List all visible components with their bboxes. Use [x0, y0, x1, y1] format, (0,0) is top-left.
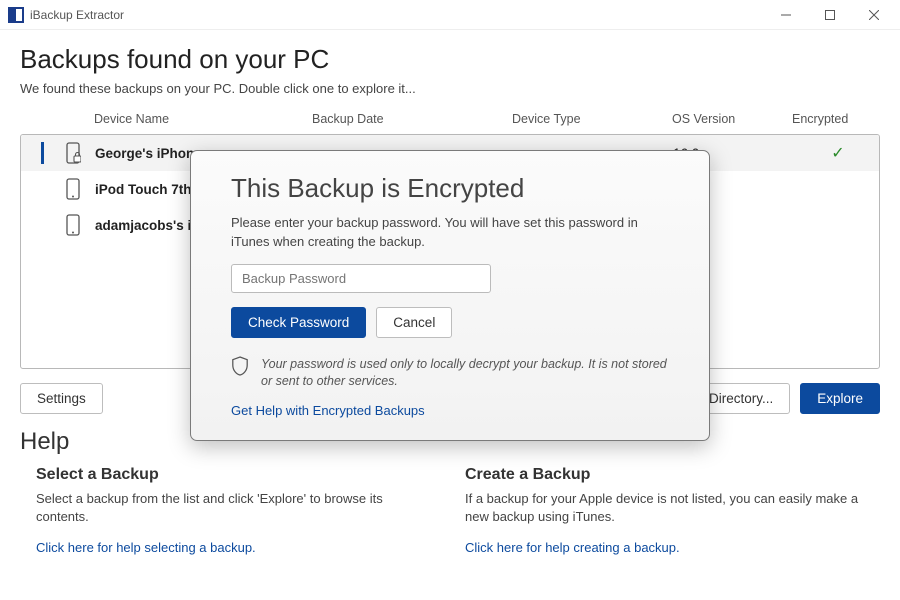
- explore-button[interactable]: Explore: [800, 383, 880, 414]
- help-create-link[interactable]: Click here for help creating a backup.: [465, 540, 680, 555]
- col-device-name[interactable]: Device Name: [94, 112, 312, 126]
- phone-icon: [51, 178, 95, 200]
- dialog-title: This Backup is Encrypted: [231, 173, 679, 204]
- col-encrypted[interactable]: Encrypted: [792, 112, 882, 126]
- window-title: iBackup Extractor: [30, 8, 124, 22]
- check-password-button[interactable]: Check Password: [231, 307, 366, 338]
- maximize-button[interactable]: [808, 1, 852, 29]
- shield-icon: [231, 356, 249, 382]
- row-encrypted: ✓: [793, 143, 880, 163]
- help-select-title: Select a Backup: [36, 466, 435, 484]
- phone-lock-icon: [51, 142, 95, 164]
- settings-button[interactable]: Settings: [20, 383, 103, 414]
- phone-icon: [51, 214, 95, 236]
- password-input[interactable]: [231, 264, 491, 293]
- encrypted-dialog: This Backup is Encrypted Please enter yo…: [190, 150, 710, 441]
- help-select-link[interactable]: Click here for help selecting a backup.: [36, 540, 256, 555]
- help-select-body: Select a backup from the list and click …: [36, 490, 435, 526]
- close-button[interactable]: [852, 1, 896, 29]
- col-os-version[interactable]: OS Version: [672, 112, 792, 126]
- col-device-type[interactable]: Device Type: [512, 112, 672, 126]
- dialog-help-link[interactable]: Get Help with Encrypted Backups: [231, 403, 425, 418]
- col-backup-date[interactable]: Backup Date: [312, 112, 512, 126]
- help-create-title: Create a Backup: [465, 466, 864, 484]
- cancel-button[interactable]: Cancel: [376, 307, 452, 338]
- minimize-button[interactable]: [764, 1, 808, 29]
- titlebar: iBackup Extractor: [0, 0, 900, 30]
- dialog-notice: Your password is used only to locally de…: [261, 356, 679, 391]
- page-subtitle: We found these backups on your PC. Doubl…: [20, 81, 880, 96]
- help-create-body: If a backup for your Apple device is not…: [465, 490, 864, 526]
- table-header: Device Name Backup Date Device Type OS V…: [20, 106, 880, 134]
- app-icon: [8, 7, 24, 23]
- page-heading: Backups found on your PC: [20, 44, 880, 75]
- dialog-body: Please enter your backup password. You w…: [231, 214, 679, 252]
